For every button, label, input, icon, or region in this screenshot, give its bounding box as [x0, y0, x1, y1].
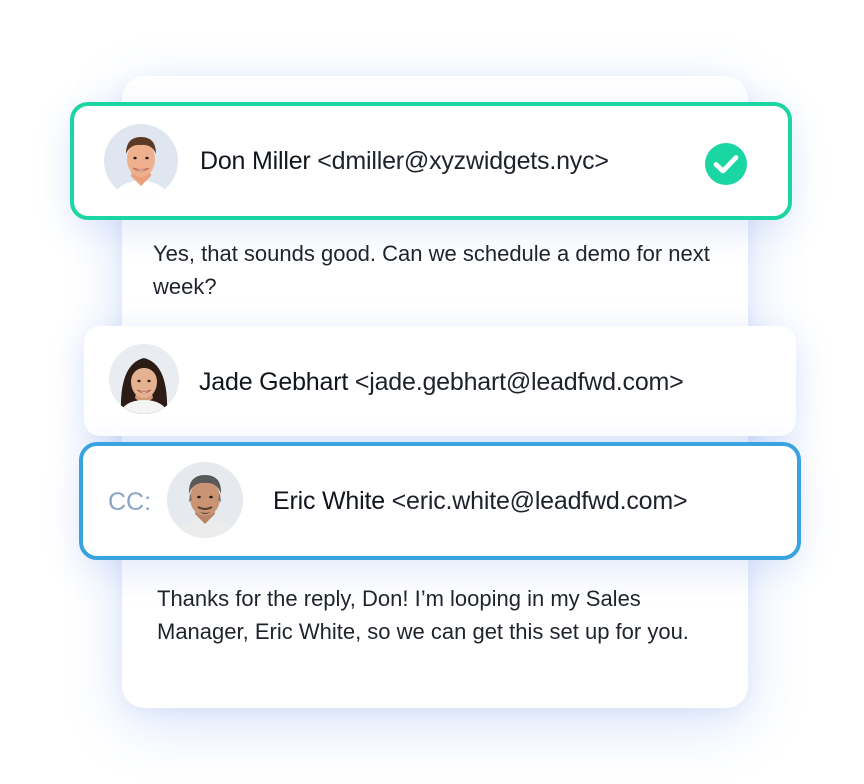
- message-body: Yes, that sounds good. Can we schedule a…: [153, 241, 710, 299]
- contact-name: Jade Gebhart: [199, 368, 349, 396]
- eric-white-avatar: [167, 462, 243, 538]
- sender-card-jade-gebhart[interactable]: Jade Gebhart <jade.gebhart@leadfwd.com>: [84, 326, 796, 436]
- don-miller-contact: Don Miller <dmiller@xyzwidgets.nyc>: [200, 146, 609, 176]
- contact-email: <dmiller@xyzwidgets.nyc>: [317, 147, 609, 175]
- eric-white-contact: Eric White <eric.white@leadfwd.com>: [273, 486, 688, 516]
- cc-label: CC:: [108, 488, 152, 516]
- jade-gebhart-avatar: [109, 344, 179, 414]
- sender-card-don-miller[interactable]: Don Miller <dmiller@xyzwidgets.nyc>: [70, 102, 792, 220]
- don-miller-avatar: [104, 124, 178, 198]
- contact-email: <eric.white@leadfwd.com>: [391, 487, 688, 515]
- contact-name: Eric White: [273, 487, 385, 515]
- contact-name: Don Miller: [200, 147, 311, 175]
- cc-card-eric-white[interactable]: CC: Eric White <eric.white@leadfwd.com>: [79, 442, 801, 560]
- check-circle-icon: [705, 143, 747, 185]
- message-body: Thanks for the reply, Don! I’m looping i…: [157, 586, 689, 644]
- contact-email: <jade.gebhart@leadfwd.com>: [354, 368, 684, 396]
- jade-gebhart-contact: Jade Gebhart <jade.gebhart@leadfwd.com>: [199, 367, 684, 397]
